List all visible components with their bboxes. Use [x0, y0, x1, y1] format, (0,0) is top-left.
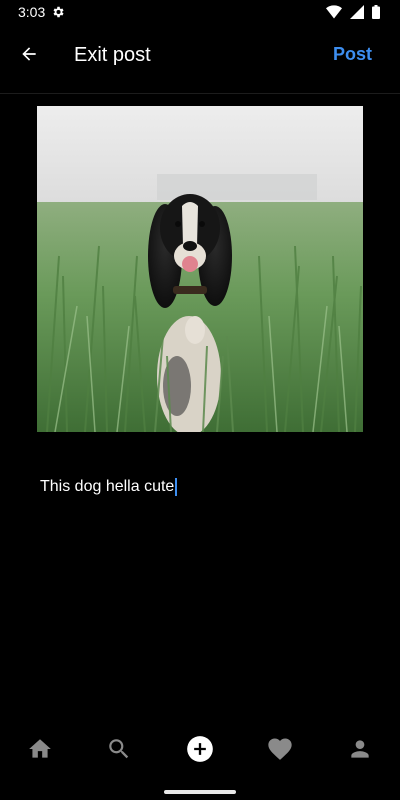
- status-right: [326, 5, 380, 19]
- bottom-nav: [0, 726, 400, 776]
- add-circle-icon: [186, 735, 214, 768]
- nav-add-post[interactable]: [183, 734, 217, 768]
- arrow-back-icon: [19, 44, 39, 69]
- status-left: 3:03: [18, 4, 65, 20]
- nav-home[interactable]: [23, 734, 57, 768]
- screen: 3:03 Exit post Post This dog hella cute: [0, 0, 400, 800]
- battery-icon: [372, 5, 380, 19]
- status-time: 3:03: [18, 4, 46, 20]
- back-button[interactable]: [14, 41, 44, 71]
- person-icon: [347, 736, 373, 767]
- text-cursor: [175, 478, 178, 496]
- app-bar: Exit post Post: [0, 24, 400, 94]
- search-icon: [106, 736, 132, 767]
- nav-activity[interactable]: [263, 734, 297, 768]
- home-icon: [27, 736, 53, 767]
- post-image: [37, 106, 363, 432]
- page-title: Exit post: [74, 44, 151, 66]
- heart-icon: [266, 735, 294, 768]
- caption-input[interactable]: This dog hella cute: [40, 476, 360, 498]
- cellular-signal-icon: [350, 5, 364, 19]
- nav-profile[interactable]: [343, 734, 377, 768]
- post-button[interactable]: Post: [333, 42, 372, 66]
- wifi-icon: [326, 5, 342, 19]
- home-indicator[interactable]: [164, 790, 236, 794]
- gear-icon: [51, 5, 65, 19]
- caption-text: This dog hella cute: [40, 478, 175, 495]
- status-bar: 3:03: [0, 0, 400, 24]
- nav-search[interactable]: [102, 734, 136, 768]
